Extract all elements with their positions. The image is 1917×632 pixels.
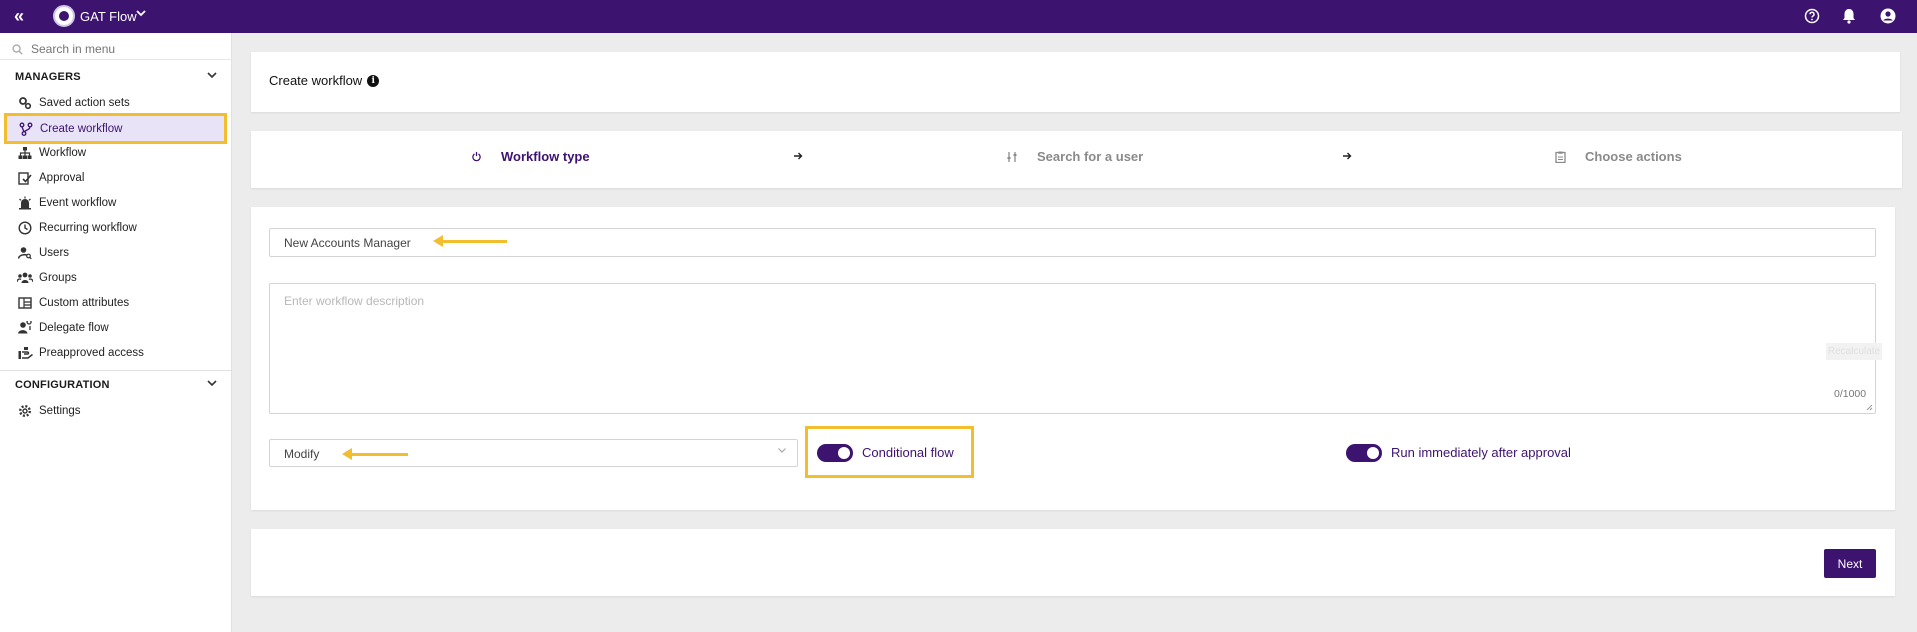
user-search-icon — [17, 245, 33, 261]
page-title: Create workflow — [269, 73, 363, 88]
section-configuration[interactable]: CONFIGURATION — [15, 377, 218, 392]
sidebar-item-event-workflow[interactable]: Event workflow — [6, 191, 224, 215]
sidebar-item-saved-action-sets[interactable]: Saved action sets — [6, 91, 224, 115]
sidebar-item-label: Event workflow — [39, 197, 117, 209]
branch-icon — [18, 121, 34, 137]
page-title-row: Create workflow i — [269, 73, 380, 88]
sidebar-item-workflow[interactable]: Workflow — [6, 141, 224, 165]
sidebar-item-approval[interactable]: Approval — [6, 166, 224, 190]
chevron-down-icon — [777, 445, 787, 458]
annotation-arrow — [433, 235, 507, 247]
divider — [0, 59, 232, 60]
sidebar-item-label: Delegate flow — [39, 322, 109, 334]
clock-icon — [17, 220, 33, 236]
step-workflow-type[interactable]: Workflow type — [469, 149, 590, 164]
title-card — [251, 52, 1900, 112]
hand-icon — [17, 345, 33, 361]
step-choose-actions[interactable]: Choose actions — [1553, 149, 1682, 164]
char-counter: 0/1000 — [1834, 388, 1867, 400]
recalculate-button[interactable]: Recalculate — [1826, 343, 1882, 360]
search-icon — [12, 43, 23, 55]
conditional-flow-label: Conditional flow — [862, 445, 954, 460]
menu-search[interactable] — [12, 39, 222, 59]
alarm-icon — [17, 195, 33, 211]
section-configuration-title: CONFIGURATION — [15, 379, 110, 391]
annotation-arrow — [342, 448, 408, 460]
chevron-down-icon[interactable] — [206, 69, 218, 84]
user-key-icon — [17, 320, 33, 336]
sidebar-item-preapproved-access[interactable]: Preapproved access — [6, 341, 224, 365]
collapse-sidebar-icon[interactable]: « — [14, 7, 34, 27]
app-logo — [53, 5, 75, 27]
run-immediately-toggle[interactable] — [1346, 444, 1382, 462]
footer-card — [251, 529, 1895, 596]
sidebar-item-settings[interactable]: Settings — [6, 399, 224, 423]
section-managers-title: MANAGERS — [15, 71, 81, 83]
sidebar-item-label: Approval — [39, 172, 85, 184]
checklist-icon — [17, 170, 33, 186]
run-immediately-label: Run immediately after approval — [1391, 445, 1571, 460]
sidebar-item-users[interactable]: Users — [6, 241, 224, 265]
sidebar-item-label: Workflow — [39, 147, 87, 159]
select-value: Modify — [284, 447, 320, 461]
sidebar-item-delegate-flow[interactable]: Delegate flow — [6, 316, 224, 340]
sidebar-item-groups[interactable]: Groups — [6, 266, 224, 290]
step-search-user[interactable]: Search for a user — [1005, 149, 1143, 164]
menu-search-input[interactable] — [31, 42, 211, 56]
sidebar-item-label: Settings — [39, 405, 81, 417]
sidebar-item-label: Preapproved access — [39, 347, 144, 359]
account-icon[interactable] — [1878, 6, 1898, 26]
top-bar: « GAT Flow — [0, 0, 1917, 33]
step-label: Search for a user — [1037, 149, 1144, 164]
table-columns-icon — [17, 295, 33, 311]
sidebar-item-label: Users — [39, 247, 70, 259]
sidebar-item-label: Custom attributes — [39, 297, 130, 309]
sidebar-item-label: Groups — [39, 272, 77, 284]
next-button[interactable]: Next — [1824, 549, 1876, 578]
arrow-right-icon — [793, 149, 803, 164]
sidebar-item-custom-attributes[interactable]: Custom attributes — [6, 291, 224, 315]
sidebar-item-label: Recurring workflow — [39, 222, 137, 234]
help-icon[interactable] — [1802, 6, 1822, 26]
sidebar-item-create-workflow[interactable]: Create workflow — [4, 113, 227, 144]
app-switcher-chevron-icon[interactable] — [135, 7, 147, 22]
clipboard-icon — [1553, 150, 1567, 164]
conditional-flow-toggle[interactable] — [817, 444, 853, 462]
chevron-down-icon[interactable] — [206, 377, 218, 392]
gears-icon — [17, 95, 33, 111]
workflow-description-textarea[interactable] — [269, 283, 1876, 414]
gear-icon — [17, 403, 33, 419]
group-icon — [17, 270, 33, 286]
step-label: Workflow type — [501, 149, 590, 164]
power-icon — [469, 150, 483, 164]
section-managers[interactable]: MANAGERS — [15, 69, 218, 84]
sidebar-item-label: Saved action sets — [39, 97, 130, 109]
step-label: Choose actions — [1585, 149, 1682, 164]
notifications-bell-icon[interactable] — [1839, 6, 1859, 26]
sidebar-item-recurring-workflow[interactable]: Recurring workflow — [6, 216, 224, 240]
sitemap-icon — [17, 145, 33, 161]
sidebar: MANAGERS Saved action sets Create workfl… — [0, 33, 232, 632]
divider — [0, 370, 232, 371]
sidebar-item-label: Create workflow — [40, 122, 123, 135]
sliders-icon — [1005, 150, 1019, 164]
workflow-name-input[interactable] — [269, 228, 1876, 257]
app-name[interactable]: GAT Flow — [80, 9, 137, 24]
resize-handle-icon[interactable] — [1866, 404, 1873, 411]
arrow-right-icon — [1342, 149, 1352, 164]
info-icon[interactable]: i — [367, 74, 380, 87]
